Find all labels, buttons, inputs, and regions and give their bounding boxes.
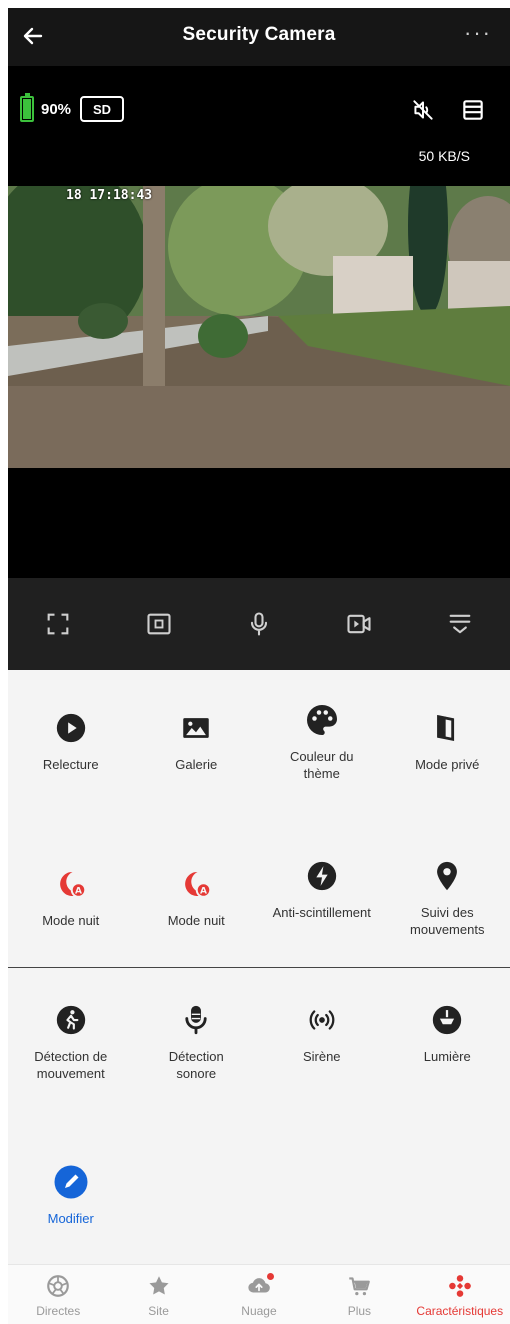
- play-circle-icon: [56, 713, 85, 743]
- night-mode-icon: A: [185, 871, 212, 898]
- feature-label: Sirène: [302, 1049, 341, 1064]
- feature-label: Anti-scintillement: [272, 905, 371, 920]
- feature-theme-color[interactable]: Couleur du thème: [259, 702, 385, 782]
- siren-icon: [309, 1010, 335, 1030]
- bottom-nav: Directes Site Nuage Plus Caractéristique…: [8, 1264, 510, 1324]
- svg-text:A: A: [200, 886, 207, 896]
- collapse-button[interactable]: [440, 604, 480, 644]
- camera-feed[interactable]: 18 17:18:43: [8, 186, 510, 468]
- bolt-icon: [307, 861, 336, 891]
- app-header: Security Camera ···: [8, 8, 510, 66]
- feature-edit[interactable]: Modifier: [8, 1164, 134, 1227]
- nav-more[interactable]: Plus: [309, 1265, 409, 1324]
- microphone-icon: [250, 612, 268, 636]
- features-panel: Relecture Galerie Couleur du thème Mode …: [8, 670, 510, 1270]
- feature-siren[interactable]: Sirène: [259, 1002, 385, 1082]
- video-timestamp: 18 17:18:43: [66, 188, 153, 203]
- fullscreen-icon: [47, 613, 69, 635]
- nav-label: Site: [148, 1304, 169, 1318]
- status-row: 90% SD: [8, 93, 510, 124]
- nav-site[interactable]: Site: [108, 1265, 208, 1324]
- feature-privacy-mode[interactable]: Mode privé: [385, 710, 510, 782]
- feature-label: Mode privé: [415, 757, 480, 772]
- collapse-icon: [449, 614, 471, 634]
- speaker-mute-icon[interactable]: [410, 97, 436, 123]
- feature-gallery[interactable]: Galerie: [134, 710, 260, 782]
- feature-motion-detection[interactable]: Détection de mouvement: [8, 1002, 134, 1082]
- feature-label: Mode nuit: [167, 913, 225, 928]
- star-icon: [149, 1276, 169, 1295]
- battery-icon: [20, 93, 34, 122]
- aperture-icon: [47, 1275, 70, 1297]
- feature-motion-tracking[interactable]: Suivi des mouvements: [385, 858, 510, 938]
- layout-icon[interactable]: [460, 97, 486, 123]
- feature-label: Lumière: [423, 1049, 471, 1064]
- light-icon: [433, 1005, 462, 1035]
- sd-badge[interactable]: SD: [80, 96, 124, 122]
- battery-fill: [23, 99, 31, 119]
- feature-sound-detection[interactable]: Détection sonore: [134, 1002, 260, 1082]
- feature-label: Détection sonore: [168, 1049, 224, 1081]
- nav-features[interactable]: Caractéristiques: [410, 1265, 510, 1324]
- image-icon: [183, 718, 209, 738]
- nav-label: Nuage: [241, 1304, 277, 1318]
- cart-icon: [349, 1277, 371, 1296]
- more-menu-button[interactable]: ···: [464, 20, 492, 46]
- battery-percent: 90%: [41, 101, 72, 118]
- notification-dot: [266, 1273, 274, 1280]
- live-view: 90% SD 50 KB/S 18 17:18:43: [8, 66, 510, 578]
- nav-live[interactable]: Directes: [8, 1265, 108, 1324]
- feature-label: Détection de mouvement: [34, 1049, 108, 1081]
- feature-night-mode[interactable]: A Mode nuit: [8, 866, 134, 938]
- edit-icon: [54, 1165, 88, 1199]
- nav-label: Plus: [347, 1304, 372, 1318]
- features-row-4: Modifier: [8, 1164, 510, 1227]
- feature-label: Suivi des mouvements: [410, 905, 485, 937]
- fullscreen-button[interactable]: [38, 604, 78, 644]
- feature-playback[interactable]: Relecture: [8, 710, 134, 782]
- svg-text:A: A: [75, 886, 82, 896]
- section-divider: [8, 967, 510, 968]
- talk-button[interactable]: [239, 604, 279, 644]
- features-row-1: Relecture Galerie Couleur du thème Mode …: [8, 705, 510, 782]
- camera-feed-image: [8, 186, 510, 468]
- location-pin-icon: [437, 861, 458, 891]
- feature-night-mode-2[interactable]: A Mode nuit: [134, 866, 260, 938]
- app-screen: Security Camera ··· 90% SD 50 KB/S 18 17…: [8, 8, 510, 1324]
- feature-label: Relecture: [42, 757, 99, 772]
- feature-light[interactable]: Lumière: [385, 1002, 510, 1082]
- features-row-3: Détection de mouvement Détection sonore …: [8, 1002, 510, 1082]
- live-toolbar: [8, 578, 510, 670]
- screenshot-icon: [147, 613, 171, 635]
- video-record-icon: [347, 614, 371, 634]
- microphone-icon: [185, 1005, 207, 1035]
- record-button[interactable]: [339, 604, 379, 644]
- bitrate-readout: 50 KB/S: [418, 148, 470, 164]
- palette-icon: [306, 705, 337, 735]
- feature-label: Couleur du thème: [289, 749, 354, 781]
- features-row-2: A Mode nuit A Mode nuit Anti-scintilleme…: [8, 861, 510, 938]
- screenshot-button[interactable]: [139, 604, 179, 644]
- feature-label: Galerie: [175, 757, 218, 772]
- features-icon: [448, 1275, 471, 1297]
- nav-cloud[interactable]: Nuage: [209, 1265, 309, 1324]
- page-title: Security Camera: [182, 24, 336, 45]
- nav-label: Directes: [36, 1304, 81, 1318]
- privacy-icon: [437, 714, 455, 742]
- nav-label: Caractéristiques: [416, 1304, 504, 1318]
- feature-anti-flicker[interactable]: Anti-scintillement: [259, 858, 385, 938]
- night-mode-icon: A: [59, 871, 86, 898]
- feature-label: Modifier: [47, 1211, 94, 1226]
- walking-icon: [56, 1005, 85, 1035]
- feature-label: Mode nuit: [42, 913, 100, 928]
